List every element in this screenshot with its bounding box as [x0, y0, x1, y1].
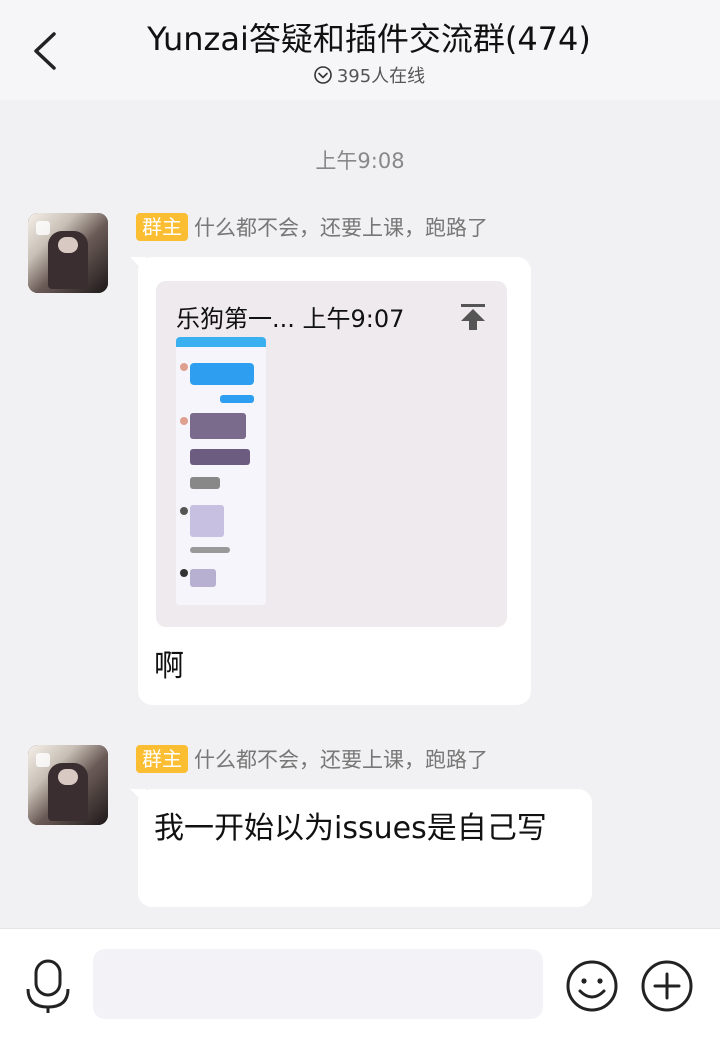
- sender-meta: 群主 什么都不会，还要上课，跑路了: [136, 212, 488, 242]
- chat-title[interactable]: Yunzai答疑和插件交流群(474): [0, 14, 720, 60]
- online-status-icon: [314, 66, 332, 84]
- forwarded-screenshot-thumbnail[interactable]: [176, 337, 266, 605]
- pin-up-icon[interactable]: [457, 301, 489, 333]
- sender-name[interactable]: 什么都不会，还要上课，跑路了: [194, 212, 488, 242]
- chat-header: Yunzai答疑和插件交流群(474) 395人在线: [0, 0, 720, 100]
- online-text: 395人在线: [336, 66, 426, 87]
- message-text: 啊: [154, 649, 184, 684]
- message-input[interactable]: [93, 949, 543, 1019]
- message-bubble[interactable]: 我一开始以为issues是自己写: [130, 789, 592, 907]
- owner-badge: 群主: [136, 745, 188, 773]
- emoji-icon[interactable]: [565, 959, 619, 1013]
- avatar[interactable]: [28, 745, 108, 825]
- forward-title: 乐狗第一... 上午9:07: [176, 305, 405, 333]
- message-timestamp: 上午9:08: [315, 149, 405, 173]
- owner-badge: 群主: [136, 213, 188, 241]
- forwarded-message-card[interactable]: 乐狗第一... 上午9:07: [156, 281, 507, 627]
- online-count[interactable]: 395人在线: [0, 62, 720, 88]
- input-bar: [0, 928, 720, 1039]
- sender-meta: 群主 什么都不会，还要上课，跑路了: [136, 744, 488, 774]
- avatar[interactable]: [28, 213, 108, 293]
- message-bubble[interactable]: 乐狗第一... 上午9:07 啊: [130, 257, 531, 705]
- mic-icon[interactable]: [22, 957, 74, 1015]
- sender-name[interactable]: 什么都不会，还要上课，跑路了: [194, 744, 488, 774]
- plus-icon[interactable]: [640, 959, 694, 1013]
- message-text: 我一开始以为issues是自己写: [154, 811, 547, 846]
